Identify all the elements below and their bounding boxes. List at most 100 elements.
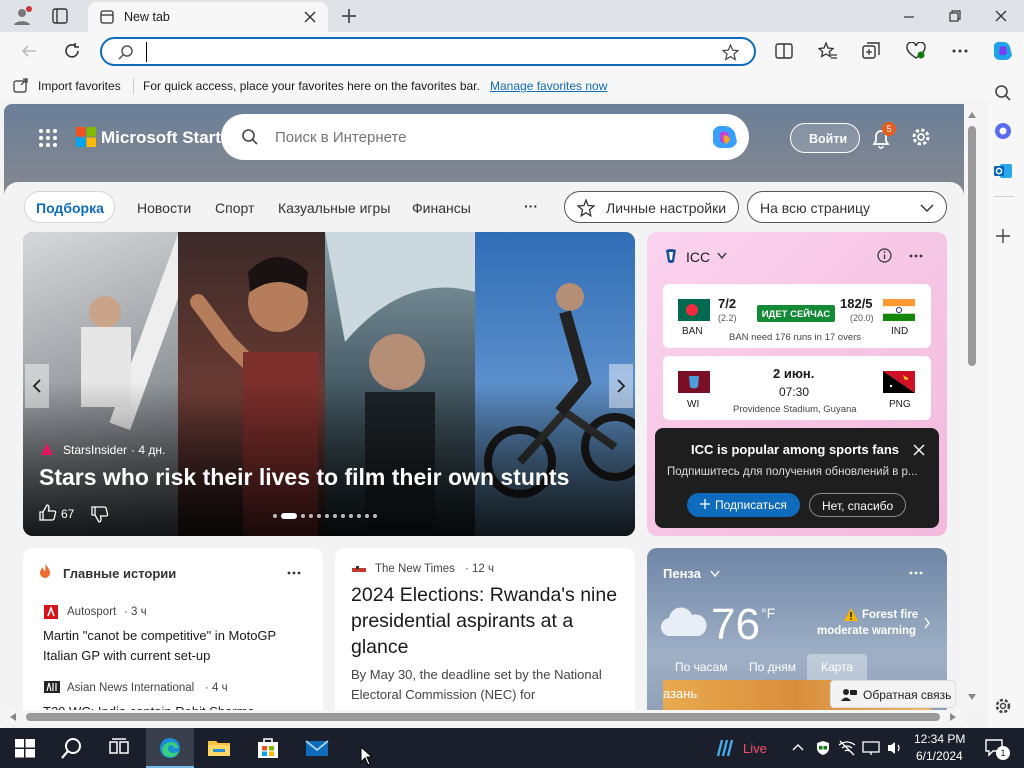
clock-time[interactable]: 12:34 PM [914, 732, 965, 746]
back-icon[interactable] [20, 43, 38, 59]
apps-launcher-icon[interactable] [38, 128, 58, 148]
close-window-icon[interactable] [994, 9, 1008, 23]
import-favorites-link[interactable]: Import favorites [38, 79, 121, 93]
security-icon[interactable] [816, 740, 830, 756]
tab-new-tab[interactable]: New tab [88, 2, 328, 32]
vertical-scroll-thumb[interactable] [968, 126, 976, 366]
live-label[interactable]: Live [743, 741, 767, 756]
carousel-dot[interactable] [373, 514, 377, 518]
carousel-dot[interactable] [301, 514, 305, 518]
scroll-left-icon[interactable] [10, 713, 16, 721]
popup-close-icon[interactable] [913, 444, 925, 456]
tab-sport[interactable]: Спорт [215, 200, 254, 216]
network-icon[interactable] [838, 740, 856, 756]
web-search-input[interactable] [275, 125, 675, 149]
tab-finance[interactable]: Финансы [412, 200, 471, 216]
sidebar-search-icon[interactable] [994, 84, 1012, 102]
story1-source[interactable]: Autosport [67, 606, 116, 618]
store-icon[interactable] [256, 736, 280, 760]
copilot-icon[interactable] [990, 39, 1014, 63]
carousel-dot[interactable] [365, 514, 369, 518]
weather-location[interactable]: Пенза [663, 566, 701, 581]
split-screen-icon[interactable] [775, 43, 793, 59]
alert-chevron-icon[interactable] [923, 617, 931, 629]
weather-tab-hourly[interactable]: По часам [675, 660, 727, 674]
taskbar-search-icon[interactable] [60, 736, 84, 760]
hero-source[interactable]: StarsInsider [63, 443, 127, 457]
mail-icon[interactable] [305, 736, 329, 760]
carousel-dot[interactable] [325, 514, 329, 518]
match-card-live[interactable]: BAN 7/2 (2.2) ИДЕТ СЕЙЧАС 182/5 (20.0) I… [663, 284, 931, 348]
vertical-scrollbar[interactable] [964, 104, 980, 712]
add-sidebar-app-icon[interactable] [995, 228, 1011, 244]
carousel-dot[interactable] [349, 514, 353, 518]
match-card-upcoming[interactable]: WI 2 июн. 07:30 Providence Stadium, Guya… [663, 356, 931, 420]
scroll-up-icon[interactable] [968, 112, 976, 118]
carousel-prev-button[interactable] [25, 364, 49, 408]
top-stories-more-icon[interactable] [287, 571, 301, 575]
tab-novosti[interactable]: Новости [137, 200, 191, 216]
feedback-button[interactable]: Обратная связь [830, 680, 956, 708]
carousel-dot-active[interactable] [281, 513, 297, 519]
browser-essentials-icon[interactable] [906, 42, 926, 60]
hero-headline[interactable]: Stars who risk their lives to film their… [39, 464, 569, 491]
clock-date[interactable]: 6/1/2024 [916, 749, 963, 763]
task-view-icon[interactable] [107, 736, 131, 760]
display-icon[interactable] [862, 740, 880, 756]
horizontal-scroll-thumb[interactable] [26, 713, 940, 721]
story2-source[interactable]: Asian News International [67, 682, 194, 694]
carousel-dot[interactable] [317, 514, 321, 518]
story1-headline[interactable]: Martin "canot be competitive" in MotoGP … [43, 626, 307, 666]
tab-podborka[interactable]: Подборка [24, 191, 115, 223]
minimize-icon[interactable] [902, 10, 916, 24]
outlook-icon[interactable] [993, 162, 1013, 180]
nav-more-button[interactable]: ··· [524, 198, 538, 214]
sign-in-button[interactable]: Войти [790, 123, 860, 153]
alert-subtitle[interactable]: moderate warning [817, 625, 916, 637]
icc-more-icon[interactable] [909, 254, 923, 258]
close-tab-icon[interactable] [304, 11, 316, 23]
volume-icon[interactable] [886, 740, 904, 756]
carousel-dot[interactable] [309, 514, 313, 518]
decline-button[interactable]: Нет, спасибо [809, 493, 906, 517]
carousel-next-button[interactable] [609, 364, 633, 408]
favorites-icon[interactable] [818, 42, 838, 60]
file-explorer-icon[interactable] [207, 736, 231, 760]
page-settings-icon[interactable] [910, 126, 932, 148]
location-chevron-icon[interactable] [709, 570, 721, 578]
manage-favorites-link[interactable]: Manage favorites now [490, 79, 607, 93]
icc-chevron-icon[interactable] [716, 252, 728, 260]
weather-tab-map[interactable]: Карта [807, 654, 867, 680]
subscribe-button[interactable]: Подписаться [687, 493, 800, 517]
scroll-right-icon[interactable] [950, 713, 956, 721]
dislike-icon[interactable] [91, 505, 109, 523]
more-menu-icon[interactable] [952, 49, 968, 53]
copilot-sidebar-icon[interactable] [994, 122, 1012, 140]
web-search-box[interactable] [221, 114, 749, 160]
icc-title[interactable]: ICC [686, 249, 710, 265]
article-card[interactable]: The New Times · 12 ч 2024 Elections: Rwa… [335, 548, 635, 712]
collections-icon[interactable] [862, 42, 880, 60]
edge-icon[interactable] [158, 736, 182, 760]
copilot-search-icon[interactable] [709, 123, 739, 151]
tab-actions-icon[interactable] [52, 8, 68, 24]
weather-tab-daily[interactable]: По дням [749, 660, 796, 674]
new-tab-button[interactable] [340, 7, 358, 25]
favorite-star-icon[interactable] [722, 44, 739, 61]
info-icon[interactable] [877, 248, 892, 263]
layout-dropdown[interactable]: На всю страницу [747, 191, 947, 223]
article-headline[interactable]: 2024 Elections: Rwanda's nine presidenti… [351, 582, 621, 660]
carousel-dot[interactable] [357, 514, 361, 518]
alert-title[interactable]: Forest fire [862, 609, 918, 621]
weather-more-icon[interactable] [909, 571, 923, 575]
tray-chevron-icon[interactable] [792, 743, 804, 751]
address-input[interactable] [146, 42, 706, 62]
article-source[interactable]: The New Times [375, 563, 455, 575]
horizontal-scrollbar[interactable] [4, 710, 964, 724]
start-button-icon[interactable] [13, 736, 37, 760]
refresh-icon[interactable] [63, 42, 81, 60]
live-widget-icon[interactable] [712, 736, 736, 760]
like-icon[interactable] [39, 504, 57, 522]
address-bar[interactable] [100, 37, 756, 66]
sidebar-settings-icon[interactable] [993, 696, 1013, 716]
